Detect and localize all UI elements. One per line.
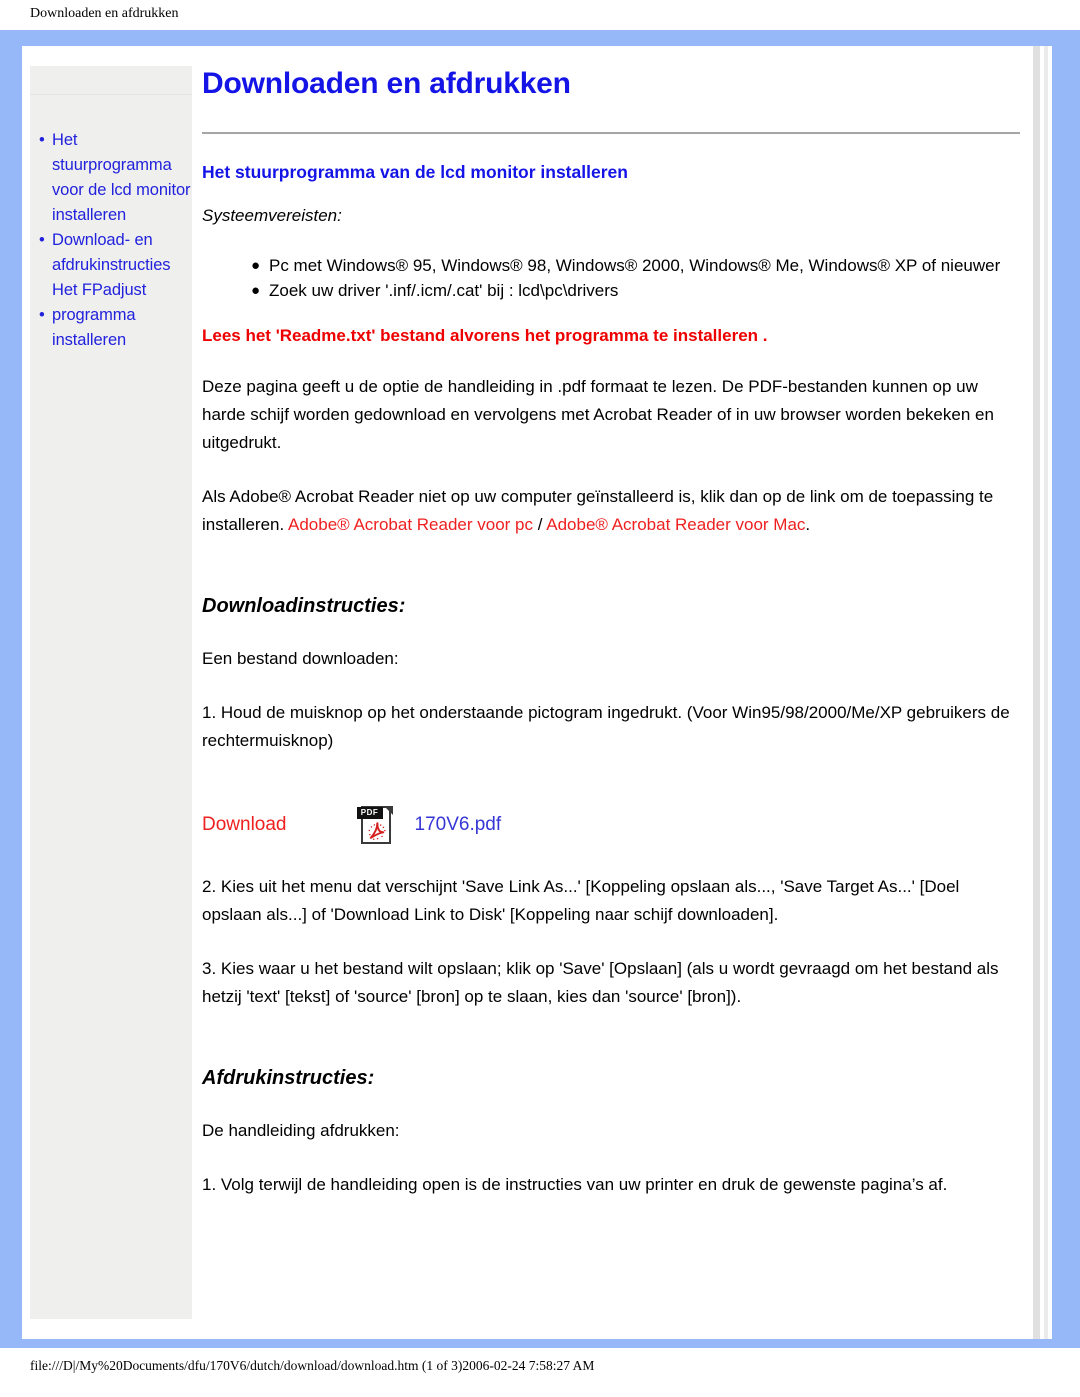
acrobat-link-separator: / xyxy=(533,515,547,534)
footer-path-text: file:///D|/My%20Documents/dfu/170V6/dutc… xyxy=(30,1358,595,1373)
sidebar-item-label: programma installeren xyxy=(52,306,136,349)
print-step-1: 1. Volg terwijl de handleiding open is d… xyxy=(202,1175,948,1194)
pdf-folded-corner-icon xyxy=(383,806,393,815)
paragraph-pdf-info: Deze pagina geeft u de optie de handleid… xyxy=(202,377,994,452)
page-frame: • Het stuurprogramma voor de lcd monitor… xyxy=(0,30,1080,1348)
section-heading-driver: Het stuurprogramma van de lcd monitor in… xyxy=(202,162,628,182)
print-header-title: Downloaden en afdrukken xyxy=(30,6,179,21)
readme-warning: Lees het 'Readme.txt' bestand alvorens h… xyxy=(202,326,768,345)
list-item-text: Zoek uw driver '.inf/.icm/.cat' bij : lc… xyxy=(269,281,619,300)
acrobat-reader-pc-link[interactable]: Adobe® Acrobat Reader voor pc xyxy=(288,515,533,534)
bullet-icon: • xyxy=(39,131,45,149)
pdf-file-link[interactable]: 170V6.pdf xyxy=(415,814,502,836)
section-heading-download-instructions: Downloadinstructies: xyxy=(202,595,406,617)
acrobat-tail-text: . xyxy=(805,515,811,534)
sidebar-nav: • Het stuurprogramma voor de lcd monitor… xyxy=(30,128,192,353)
disc-bullet-icon: ● xyxy=(251,282,261,299)
sidebar-item-driver-install[interactable]: • Het stuurprogramma voor de lcd monitor… xyxy=(30,128,192,228)
sidebar: • Het stuurprogramma voor de lcd monitor… xyxy=(30,66,192,1319)
layout-rail-outer xyxy=(1033,46,1040,1339)
print-page-footer: file:///D|/My%20Documents/dfu/170V6/dutc… xyxy=(0,1348,1080,1397)
list-item: ● Pc met Windows® 95, Windows® 98, Windo… xyxy=(251,253,1022,278)
print-intro: De handleiding afdrukken: xyxy=(202,1121,400,1140)
sidebar-item-fpadjust-install[interactable]: • programma installeren xyxy=(30,303,192,353)
bullet-icon: • xyxy=(39,306,45,324)
main-content: Downloaden en afdrukken Het stuurprogram… xyxy=(202,66,1022,1199)
download-step-2: 2. Kies uit het menu dat verschijnt 'Sav… xyxy=(202,877,960,924)
disc-bullet-icon: ● xyxy=(251,257,261,274)
download-file-row: Download PDF 170V6.pdf xyxy=(202,803,1022,847)
sidebar-item-download-print[interactable]: • Download- en afdrukinstructies Het FPa… xyxy=(30,228,192,303)
list-item: ● Zoek uw driver '.inf/.icm/.cat' bij : … xyxy=(251,278,1022,303)
page-body: • Het stuurprogramma voor de lcd monitor… xyxy=(22,46,1052,1339)
system-requirements-label: Systeemvereisten: xyxy=(202,206,342,225)
page-title: Downloaden en afdrukken xyxy=(202,67,571,100)
download-link[interactable]: Download xyxy=(202,814,287,836)
acrobat-reader-mac-link[interactable]: Adobe® Acrobat Reader voor Mac xyxy=(546,515,805,534)
section-heading-print-instructions: Afdrukinstructies: xyxy=(202,1067,375,1089)
sidebar-divider xyxy=(30,94,192,95)
download-step-3: 3. Kies waar u het bestand wilt opslaan;… xyxy=(202,959,999,1006)
download-intro: Een bestand downloaden: xyxy=(202,649,399,668)
title-divider xyxy=(202,132,1020,135)
pdf-file-icon[interactable]: PDF xyxy=(356,803,397,847)
acrobat-swirl-icon xyxy=(368,822,386,840)
pdf-label-tab: PDF xyxy=(356,807,383,819)
download-step-1: 1. Houd de muisknop op het onderstaande … xyxy=(202,703,1010,750)
list-item-text: Pc met Windows® 95, Windows® 98, Windows… xyxy=(269,256,1001,275)
print-page-header: Downloaden en afdrukken xyxy=(0,0,1080,30)
system-requirements-list: ● Pc met Windows® 95, Windows® 98, Windo… xyxy=(202,253,1022,303)
bullet-icon: • xyxy=(39,231,45,249)
paragraph-acrobat-info: Als Adobe® Acrobat Reader niet op uw com… xyxy=(202,483,1022,539)
sidebar-item-label: Download- en afdrukinstructies Het FPadj… xyxy=(52,231,171,299)
sidebar-item-label: Het stuurprogramma voor de lcd monitor i… xyxy=(52,131,191,224)
layout-rail-inner xyxy=(1044,46,1048,1339)
